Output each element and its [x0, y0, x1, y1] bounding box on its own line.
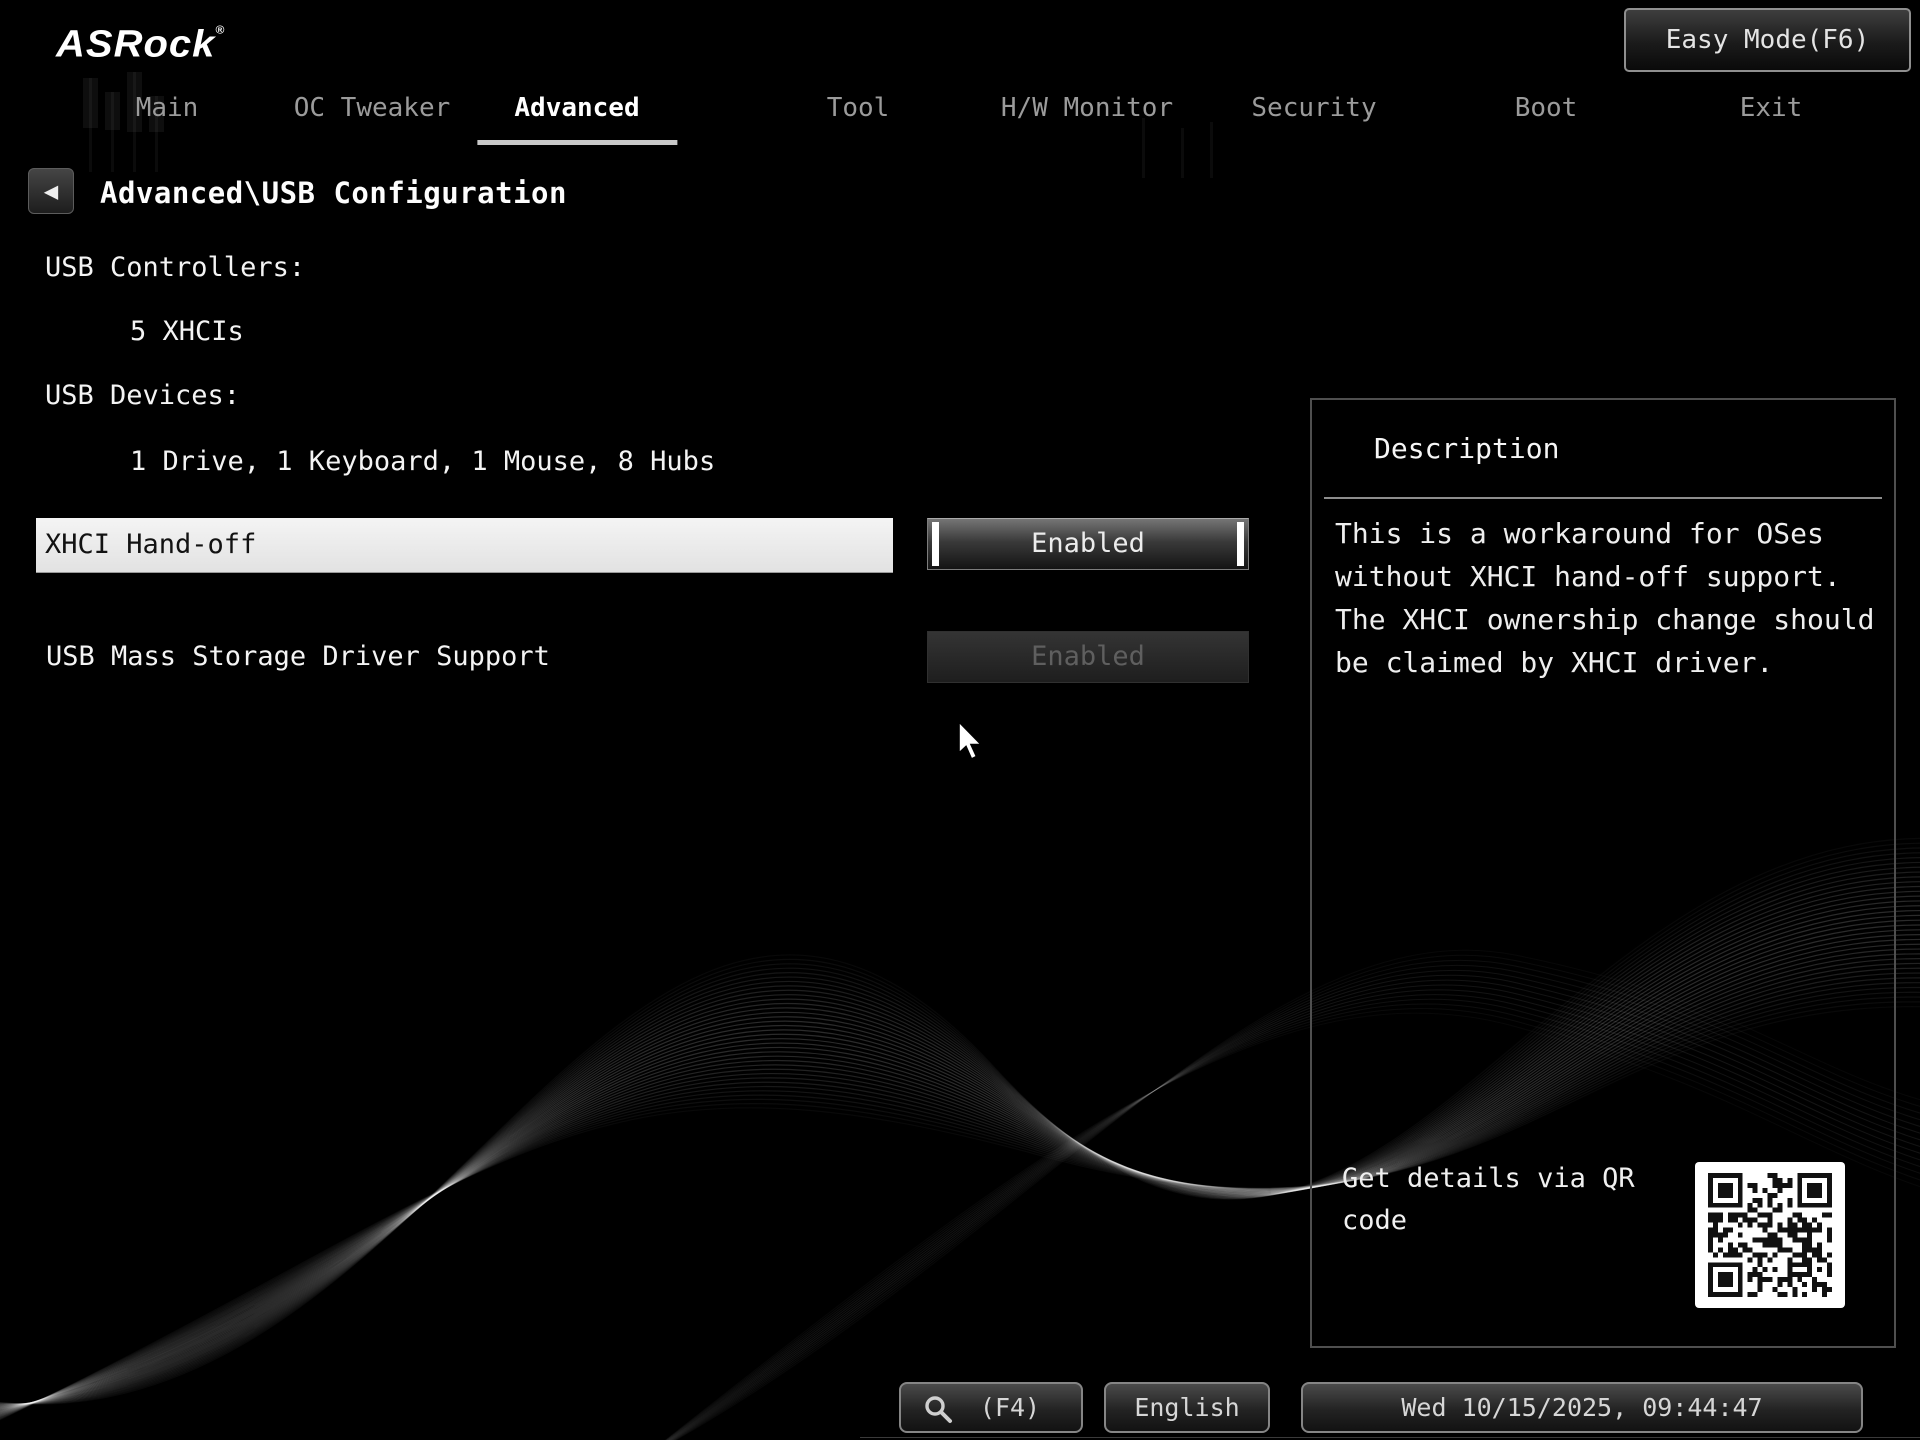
back-button[interactable]: ◀ [28, 168, 74, 214]
datetime-display: Wed 10/15/2025, 09:44:47 [1301, 1382, 1863, 1433]
tab-main[interactable]: Main [136, 88, 199, 128]
usb-devices-label: USB Devices: [45, 380, 240, 411]
tab-hw-monitor[interactable]: H/W Monitor [1001, 88, 1173, 128]
tab-advanced[interactable]: Advanced [514, 88, 639, 128]
tab-oc-tweaker[interactable]: OC Tweaker [294, 88, 451, 128]
search-button[interactable]: (F4) [899, 1382, 1083, 1433]
description-panel: Description This is a workaround for OSe… [1310, 398, 1896, 1348]
setting-label-usb-mass-storage[interactable]: USB Mass Storage Driver Support [46, 631, 550, 683]
asrock-logo: ASRock® [56, 23, 225, 66]
usb-controllers-label: USB Controllers: [45, 252, 305, 283]
active-tab-underline [477, 140, 677, 145]
back-arrow-icon: ◀ [44, 177, 58, 205]
magnifier-icon [923, 1394, 953, 1424]
bottom-edge-line [860, 1437, 1920, 1438]
description-title: Description [1374, 432, 1559, 465]
language-button[interactable]: English [1104, 1382, 1270, 1433]
setting-row-xhci-handoff[interactable]: XHCI Hand-off [36, 518, 893, 572]
registered-mark-icon: ® [215, 23, 225, 36]
easy-mode-button[interactable]: Easy Mode(F6) [1624, 8, 1911, 72]
tab-security[interactable]: Security [1251, 88, 1376, 128]
nav-tab-bar: Main OC Tweaker Advanced Tool H/W Monito… [0, 88, 1920, 158]
breadcrumb: Advanced\USB Configuration [100, 170, 567, 216]
usb-mass-storage-value-button: Enabled [927, 631, 1249, 683]
tab-tool[interactable]: Tool [827, 88, 890, 128]
bios-screen: { "header": { "logo_text": "ASRock", "ea… [0, 0, 1920, 1440]
setting-label: XHCI Hand-off [45, 518, 256, 572]
description-separator [1324, 497, 1882, 499]
xhci-handoff-value-button[interactable]: Enabled [927, 518, 1249, 570]
usb-devices-value: 1 Drive, 1 Keyboard, 1 Mouse, 8 Hubs [130, 446, 715, 477]
qr-code-image [1695, 1162, 1845, 1308]
tab-boot[interactable]: Boot [1515, 88, 1578, 128]
qr-caption: Get details via QR code [1342, 1158, 1662, 1242]
usb-controllers-value: 5 XHCIs [130, 316, 244, 347]
description-text: This is a workaround for OSes without XH… [1335, 512, 1887, 684]
tab-exit[interactable]: Exit [1740, 88, 1803, 128]
mouse-cursor [958, 722, 986, 762]
